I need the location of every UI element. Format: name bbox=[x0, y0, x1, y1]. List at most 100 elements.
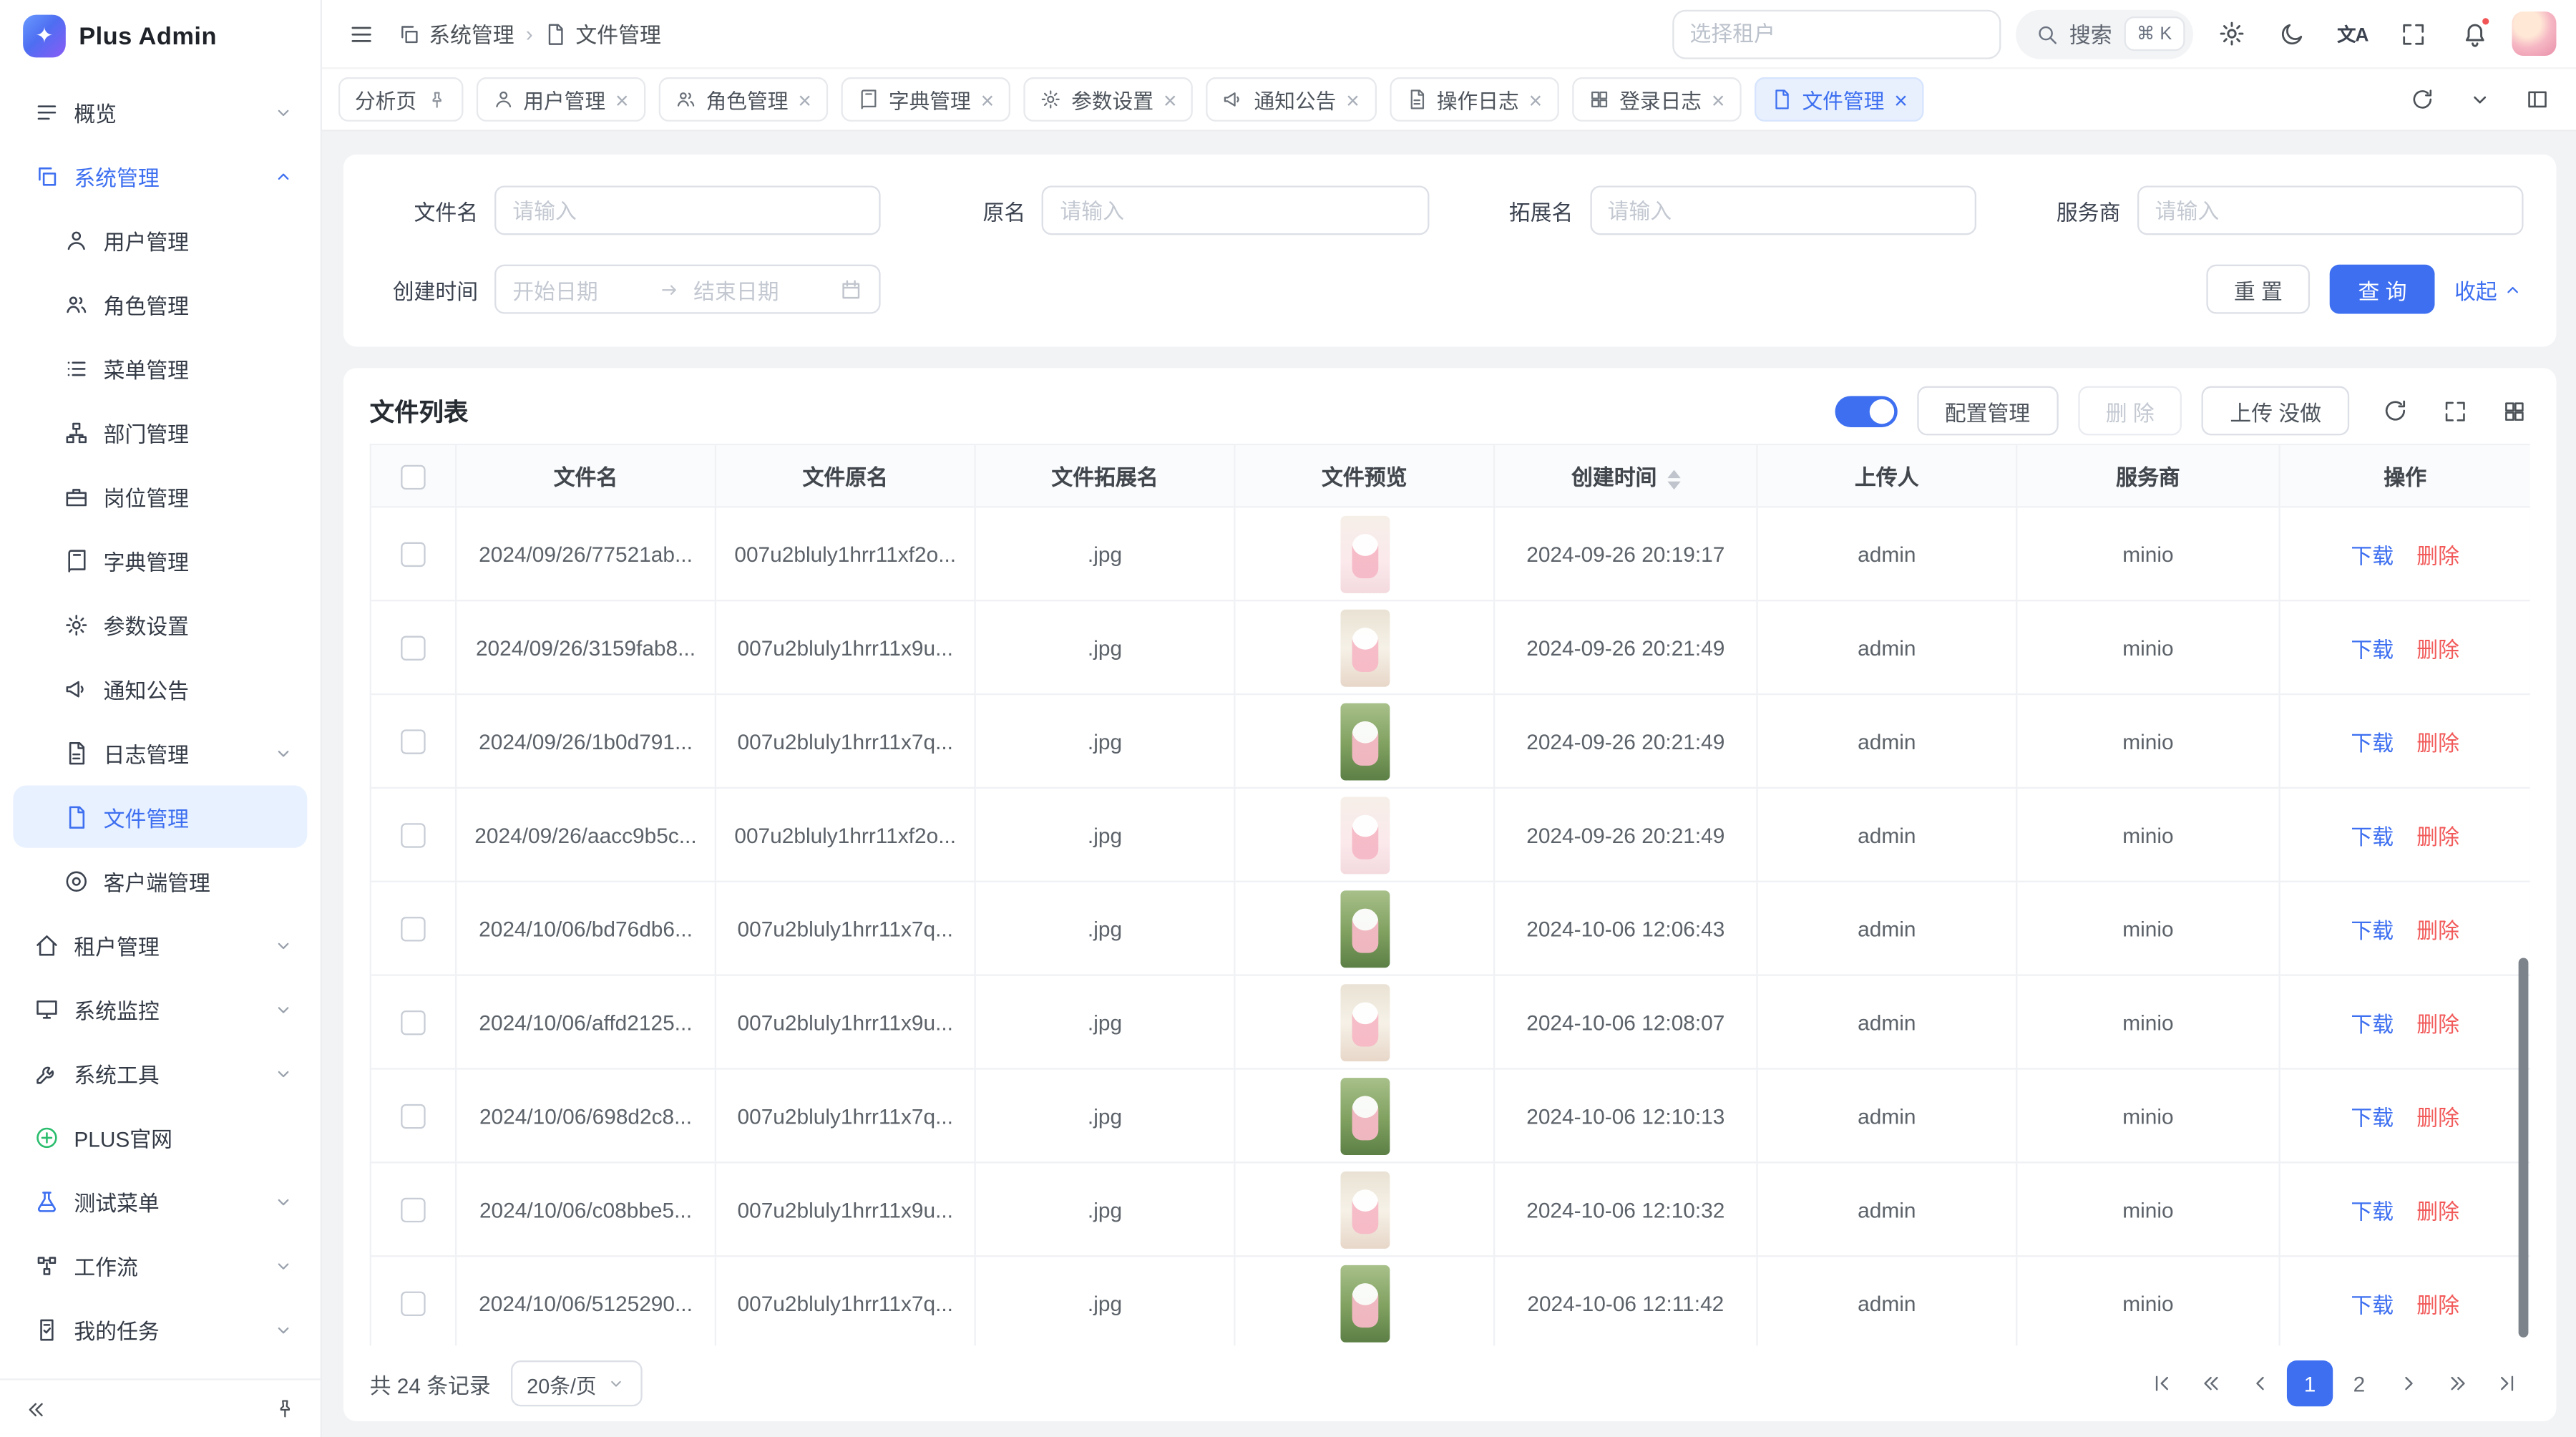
sort-icon[interactable] bbox=[1667, 469, 1679, 489]
notifications-button[interactable] bbox=[2451, 11, 2497, 57]
select-all-checkbox[interactable] bbox=[401, 464, 425, 489]
refresh-tab-button[interactable] bbox=[2399, 77, 2444, 122]
column-header-actions[interactable]: 操作 bbox=[2280, 444, 2530, 507]
row-checkbox[interactable] bbox=[401, 1292, 425, 1316]
column-header-ext-name[interactable]: 文件拓展名 bbox=[975, 444, 1235, 507]
pager-page-1[interactable]: 1 bbox=[2287, 1360, 2333, 1406]
translate-button[interactable]: 文A bbox=[2330, 11, 2376, 57]
refresh-table-button[interactable] bbox=[2379, 394, 2411, 427]
pager-first-button[interactable] bbox=[2139, 1360, 2185, 1406]
delete-link[interactable]: 删除 bbox=[2416, 1199, 2459, 1223]
column-header-uploader[interactable]: 上传人 bbox=[1757, 444, 2016, 507]
column-header-file-name[interactable]: 文件名 bbox=[456, 444, 716, 507]
download-link[interactable]: 下载 bbox=[2351, 731, 2394, 755]
tab-analysis[interactable]: 分析页 bbox=[338, 77, 462, 122]
file-preview-image[interactable] bbox=[1340, 703, 1389, 780]
tab-user[interactable]: 用户管理× bbox=[476, 77, 645, 122]
column-header-provider[interactable]: 服务商 bbox=[2016, 444, 2279, 507]
pager-next-jump-button[interactable] bbox=[2435, 1360, 2481, 1406]
config-manage-button[interactable]: 配置管理 bbox=[1917, 386, 2058, 436]
app-logo[interactable]: ✦ Plus Admin bbox=[0, 0, 321, 72]
filter-input-file-name[interactable] bbox=[494, 185, 881, 235]
breadcrumb-item-file[interactable]: 文件管理 bbox=[545, 18, 661, 49]
filter-input-original-name[interactable] bbox=[1042, 185, 1428, 235]
row-checkbox[interactable] bbox=[401, 542, 425, 567]
download-link[interactable]: 下载 bbox=[2351, 637, 2394, 661]
sidebar-item-dict[interactable]: 字典管理 bbox=[13, 529, 307, 591]
download-link[interactable]: 下载 bbox=[2351, 1199, 2394, 1223]
pin-icon[interactable] bbox=[426, 89, 447, 109]
sidebar-item-monitor[interactable]: 系统监控 bbox=[13, 978, 307, 1040]
row-checkbox[interactable] bbox=[401, 1104, 425, 1129]
tab-menu-button[interactable] bbox=[2456, 77, 2502, 122]
close-icon[interactable]: × bbox=[981, 88, 995, 111]
tab-login-log[interactable]: 登录日志× bbox=[1572, 77, 1742, 122]
sidebar-item-dept[interactable]: 部门管理 bbox=[13, 401, 307, 463]
tab-role[interactable]: 角色管理× bbox=[658, 77, 828, 122]
download-link[interactable]: 下载 bbox=[2351, 543, 2394, 568]
row-checkbox[interactable] bbox=[401, 823, 425, 847]
delete-link[interactable]: 删除 bbox=[2416, 731, 2459, 755]
file-preview-image[interactable] bbox=[1340, 1265, 1389, 1342]
file-preview-image[interactable] bbox=[1340, 515, 1389, 593]
sidebar-item-client[interactable]: 客户端管理 bbox=[13, 849, 307, 912]
sidebar-item-notice[interactable]: 通知公告 bbox=[13, 657, 307, 719]
row-checkbox[interactable] bbox=[401, 1010, 425, 1035]
pin-sidebar-button[interactable] bbox=[261, 1386, 307, 1432]
sidebar-item-workflow[interactable]: 工作流 bbox=[13, 1234, 307, 1296]
settings-button[interactable] bbox=[2208, 11, 2254, 57]
sidebar-item-tenant[interactable]: 租户管理 bbox=[13, 914, 307, 976]
page-size-select[interactable]: 20条/页 bbox=[510, 1360, 643, 1406]
hamburger-menu-button[interactable] bbox=[338, 11, 384, 57]
file-preview-image[interactable] bbox=[1340, 1171, 1389, 1248]
column-settings-button[interactable] bbox=[2497, 394, 2530, 427]
sidebar-item-test[interactable]: 测试菜单 bbox=[13, 1170, 307, 1232]
global-search[interactable]: 搜索 ⌘ K bbox=[2015, 9, 2193, 59]
close-icon[interactable]: × bbox=[1163, 88, 1177, 111]
tenant-select[interactable] bbox=[1672, 9, 2000, 59]
download-link[interactable]: 下载 bbox=[2351, 1292, 2394, 1317]
file-preview-image[interactable] bbox=[1340, 890, 1389, 967]
pager-page-2[interactable]: 2 bbox=[2336, 1360, 2382, 1406]
tab-file[interactable]: 文件管理× bbox=[1755, 77, 1924, 122]
layout-panel-button[interactable] bbox=[2514, 77, 2560, 122]
fullscreen-table-button[interactable] bbox=[2438, 394, 2471, 427]
close-icon[interactable]: × bbox=[798, 88, 811, 111]
delete-link[interactable]: 删除 bbox=[2416, 824, 2459, 848]
column-header-create-time[interactable]: 创建时间 bbox=[1494, 444, 1757, 507]
download-link[interactable]: 下载 bbox=[2351, 1011, 2394, 1036]
file-preview-image[interactable] bbox=[1340, 609, 1389, 686]
delete-link[interactable]: 删除 bbox=[2416, 917, 2459, 942]
breadcrumb-item-system[interactable]: 系统管理 bbox=[398, 18, 514, 49]
collapse-filter-button[interactable]: 收起 bbox=[2454, 273, 2523, 305]
pager-next-button[interactable] bbox=[2386, 1360, 2431, 1406]
row-checkbox[interactable] bbox=[401, 729, 425, 754]
tab-op-log[interactable]: 操作日志× bbox=[1389, 77, 1558, 122]
download-link[interactable]: 下载 bbox=[2351, 917, 2394, 942]
tab-dict[interactable]: 字典管理× bbox=[841, 77, 1010, 122]
close-icon[interactable]: × bbox=[1712, 88, 1725, 111]
date-range-input[interactable]: 开始日期 结束日期 bbox=[494, 265, 881, 314]
pager-prev-jump-button[interactable] bbox=[2188, 1360, 2234, 1406]
file-preview-image[interactable] bbox=[1340, 983, 1389, 1061]
file-preview-image[interactable] bbox=[1340, 1077, 1389, 1154]
sidebar-item-file[interactable]: 文件管理 bbox=[13, 785, 307, 847]
sidebar-item-param[interactable]: 参数设置 bbox=[13, 593, 307, 656]
upload-button[interactable]: 上传 没做 bbox=[2202, 386, 2349, 436]
sidebar-item-tasks[interactable]: 我的任务 bbox=[13, 1298, 307, 1360]
collapse-sidebar-button[interactable] bbox=[13, 1386, 59, 1432]
pager-last-button[interactable] bbox=[2484, 1360, 2529, 1406]
search-toggle-switch[interactable] bbox=[1835, 395, 1897, 427]
row-checkbox[interactable] bbox=[401, 917, 425, 941]
table-scrollbar[interactable] bbox=[2519, 958, 2529, 1336]
delete-link[interactable]: 删除 bbox=[2416, 1105, 2459, 1129]
sidebar-item-tools[interactable]: 系统工具 bbox=[13, 1042, 307, 1104]
sidebar-item-log[interactable]: 日志管理 bbox=[13, 721, 307, 784]
close-icon[interactable]: × bbox=[1528, 88, 1542, 111]
delete-link[interactable]: 删除 bbox=[2416, 1292, 2459, 1317]
sidebar-item-overview[interactable]: 概览 bbox=[13, 81, 307, 143]
fullscreen-button[interactable] bbox=[2391, 11, 2436, 57]
filter-input-ext-name[interactable] bbox=[1589, 185, 1976, 235]
sidebar-item-post[interactable]: 岗位管理 bbox=[13, 465, 307, 527]
delete-link[interactable]: 删除 bbox=[2416, 637, 2459, 661]
